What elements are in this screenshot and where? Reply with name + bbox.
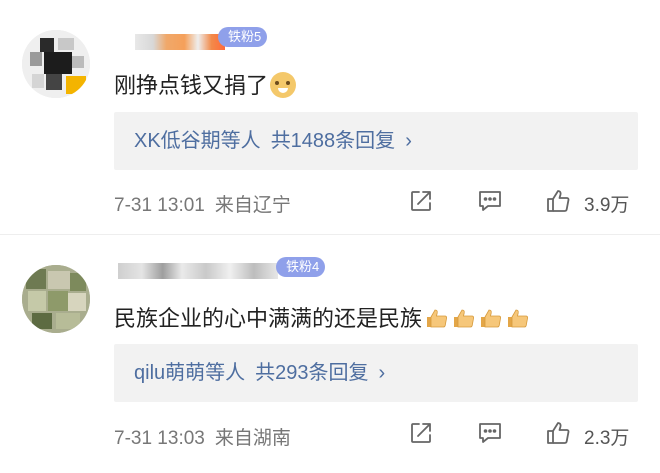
comment-date: 7-31 13:01	[114, 195, 205, 216]
replies-link[interactable]: qilu萌萌等人 共293条回复 ›	[114, 344, 638, 402]
chevron-right-icon: ›	[405, 130, 412, 152]
like-count: 3.9万	[584, 195, 630, 216]
comment-text: 民族企业的心中满满的还是民族	[114, 301, 530, 333]
comment-text: 刚挣点钱又捐了	[114, 68, 297, 100]
doge-emoji	[270, 72, 297, 98]
thumbs-up-emoji	[427, 309, 448, 328]
like-count: 2.3万	[584, 428, 630, 449]
avatar[interactable]	[22, 265, 90, 333]
divider	[0, 234, 660, 235]
comment-meta: 7-31 13:01 来自辽宁	[114, 190, 291, 217]
comment-location: 来自辽宁	[214, 195, 291, 216]
comment-item: 铁粉5 刚挣点钱又捐了 XK低谷期等人 共1488条回复 › 7-31 13:01 来…	[0, 0, 660, 233]
comment-meta: 7-31 13:03 来自湖南	[114, 423, 291, 450]
comment-location: 来自湖南	[214, 428, 291, 449]
fan-badge: 铁粉4	[276, 257, 326, 277]
replies-link[interactable]: XK低谷期等人 共1488条回复 ›	[114, 112, 638, 170]
avatar[interactable]	[22, 30, 90, 98]
share-icon[interactable]	[408, 188, 434, 214]
thumbs-up-icon[interactable]	[545, 188, 571, 214]
thumbs-up-icon[interactable]	[545, 420, 571, 446]
comment-item: 铁粉4 民族企业的心中满满的还是民族 qilu萌萌等人 共293条回复 › 7-31…	[0, 237, 660, 473]
username-blurred[interactable]	[118, 263, 278, 279]
chevron-right-icon: ›	[378, 362, 386, 384]
thumbs-up-emoji	[454, 309, 475, 328]
thumbs-up-emoji	[508, 309, 529, 328]
comment-icon[interactable]	[477, 188, 503, 214]
username-blurred[interactable]	[135, 34, 225, 50]
thumbs-up-emoji	[481, 309, 502, 328]
comment-date: 7-31 13:03	[114, 428, 205, 449]
fan-badge: 铁粉5	[218, 27, 268, 47]
comment-icon[interactable]	[477, 420, 503, 446]
share-icon[interactable]	[408, 420, 434, 446]
